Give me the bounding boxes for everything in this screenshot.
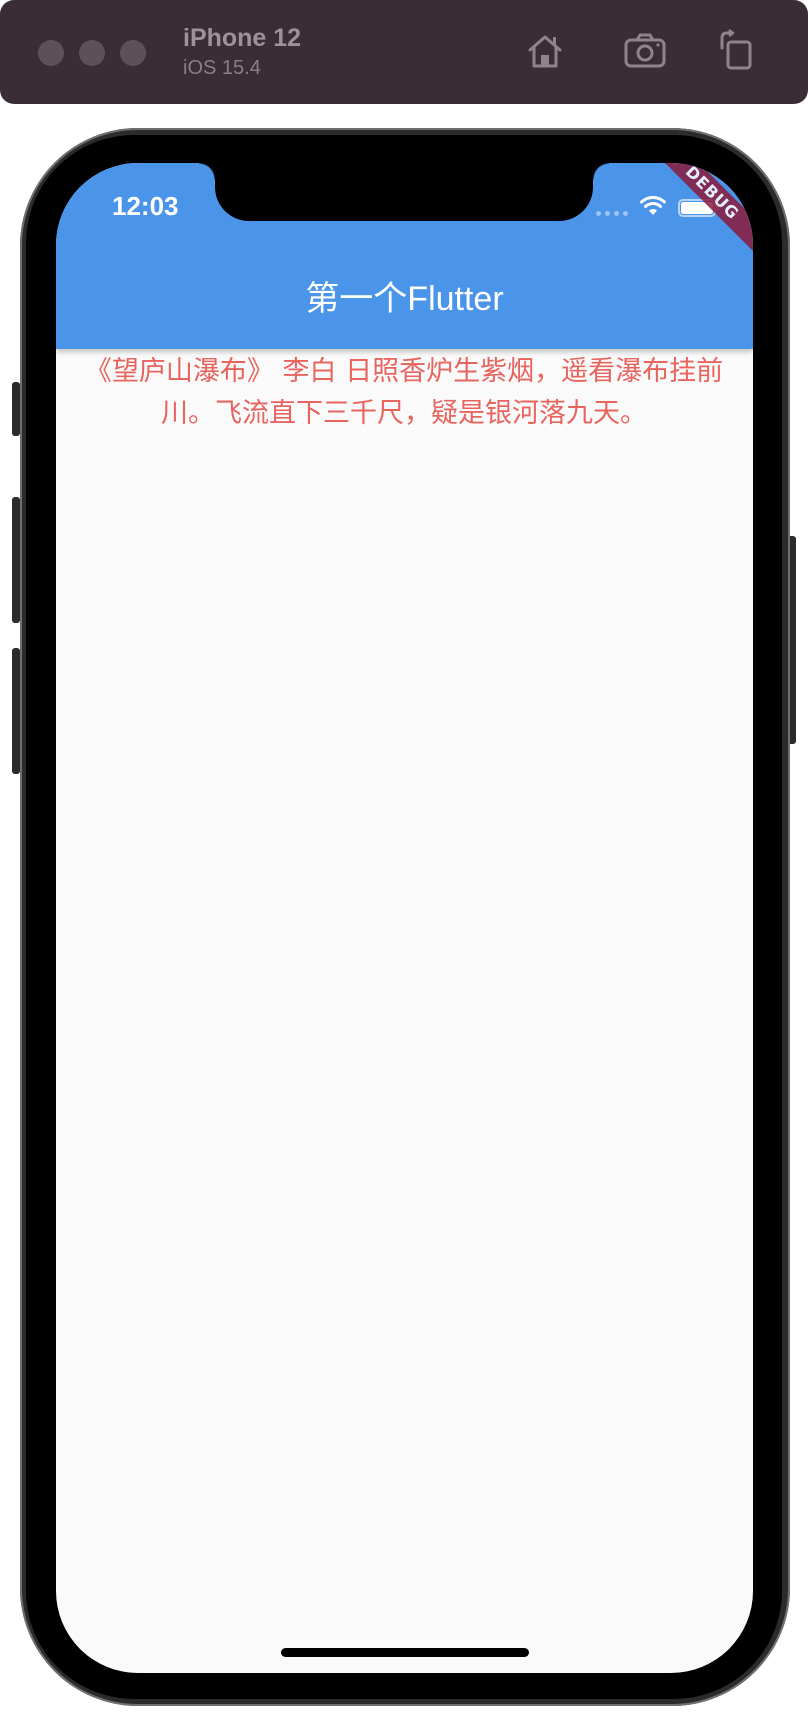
phone-screen: 12:03 第一个Flutter DEBUG 《望庐山瀑布》 李白 日照香炉生紫… [56,163,753,1673]
home-indicator[interactable] [281,1648,529,1657]
device-os-version: iOS 15.4 [183,57,261,79]
device-notch [199,163,609,221]
mute-switch [12,382,20,436]
device-name: iPhone 12 [183,24,302,52]
screenshot-icon[interactable] [622,28,668,74]
simulator-titlebar: iPhone 12 iOS 15.4 [0,0,808,104]
window-zoom-button[interactable] [120,40,146,66]
rotate-icon[interactable] [712,28,758,74]
page-title: 第一个Flutter [305,280,504,318]
home-icon[interactable] [522,28,568,74]
volume-up-button [12,497,20,623]
poem-text: 《望庐山瀑布》 李白 日照香炉生紫烟，遥看瀑布挂前川。飞流直下三千尺，疑是银河落… [84,356,724,429]
window-close-button[interactable] [38,40,64,66]
status-time: 12:03 [112,191,179,221]
signal-icon [596,211,628,216]
volume-down-button [12,648,20,774]
window-minimize-button[interactable] [79,40,105,66]
wifi-icon [640,196,666,215]
